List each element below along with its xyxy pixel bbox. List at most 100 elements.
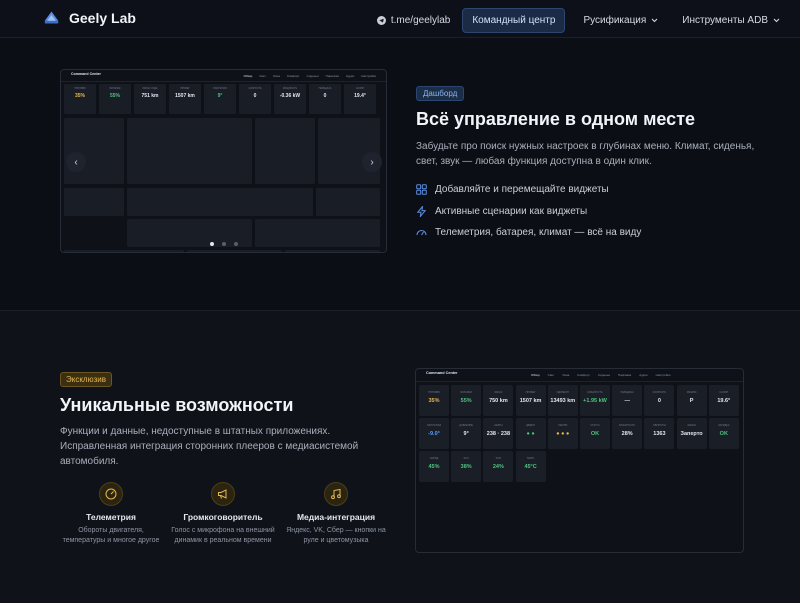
dash-tile[interactable]: НАРУЖНАЯ 9° (204, 84, 236, 114)
preview-tab[interactable]: Парковка (326, 74, 339, 78)
control-block (64, 188, 124, 216)
tile-value: P (689, 398, 694, 404)
telegram-icon (376, 16, 386, 25)
tile-value: 1507 km (519, 398, 542, 404)
telemetry-tile[interactable]: РЕМНИ ● ● ● (547, 418, 578, 450)
carousel-prev-button[interactable]: ‹ (66, 152, 86, 172)
command-center-button[interactable]: Командный центр (462, 8, 566, 33)
telemetry-tile[interactable]: ПРОБЕГ 1507 km (515, 385, 546, 416)
telemetry-tile[interactable]: SOC 38% (451, 451, 482, 483)
telemetry-tile[interactable]: ПЕРЕДАЧА — (612, 385, 643, 416)
preview-tab[interactable]: Парковка (618, 373, 631, 377)
megaphone-icon (211, 482, 235, 506)
adb-tools-dropdown[interactable]: Инструменты ADB (676, 15, 786, 26)
telemetry-tile[interactable]: НАРУЖНАЯ -9.0° (419, 418, 449, 450)
tile-label: СКОРОСТЬ (652, 391, 667, 394)
card-telemetry: Телеметрия Обороты двигателя, температур… (59, 482, 163, 546)
tile-label: ЗАМОК (687, 424, 696, 428)
tile-value: — (624, 398, 630, 404)
tile-label: РЕЖИМ (686, 391, 697, 394)
exclusive-description: Функции и данные, недоступные в штатных … (60, 426, 359, 467)
preview-tab[interactable]: Аудио (639, 373, 647, 377)
dash-tile[interactable]: ПЕРЕДАЧА 0 (309, 84, 341, 114)
preview-tabs: Обзор Свет Окна Комфорт Сиденья Парковка Аудио… (531, 373, 670, 377)
preview-tab[interactable]: Окна (562, 373, 569, 377)
telegram-link[interactable]: t.me/geelylab (376, 15, 450, 26)
telemetry-tile[interactable]: ДАВЛЕНИЕ 9° (451, 418, 482, 450)
telemetry-tile[interactable]: ТОПЛИВО 35% (419, 385, 449, 416)
localization-dropdown[interactable]: Русификация (577, 15, 664, 26)
tile-label: ОБОРОТЫ (652, 424, 666, 428)
carousel-dot[interactable] (210, 242, 214, 246)
telemetry-tile[interactable]: ШИНЫ 238 · 238 (483, 418, 514, 450)
telemetry-tile[interactable]: БАТАРЕЯ 55% (451, 385, 482, 416)
preview-tab[interactable]: Сиденья (598, 373, 610, 377)
telemetry-tile[interactable]: ДВЕРИ ● ● (515, 418, 546, 450)
tile-label: ТЕМП. (526, 457, 535, 461)
logo-icon (44, 11, 59, 24)
preview-tab[interactable]: Обзор (531, 373, 540, 377)
telemetry-tile[interactable]: САЛОН 19.6° (708, 385, 739, 416)
tile-label: ПРОБЕГ (525, 391, 536, 394)
brand[interactable]: Geely Lab (43, 9, 136, 26)
dashboard-description: Забудьте про поиск нужных настроек в глу… (416, 141, 755, 167)
carousel-next-button[interactable]: › (362, 152, 382, 172)
tile-label: ПЕРЕДАЧА (620, 391, 634, 394)
dash-tile[interactable]: ТОПЛИВО 35% (64, 84, 96, 114)
tile-label: ДВЕРИ (526, 424, 535, 428)
telemetry-tile[interactable]: SOH 24% (483, 451, 514, 483)
dash-tile[interactable]: ЗАПАС ХОДА 751 km (134, 84, 166, 114)
telemetry-tile[interactable]: ЗАРЯДКА OK (708, 418, 739, 450)
tile-value: 238 · 238 (486, 431, 511, 438)
gauge-icon (416, 227, 427, 238)
tile-value: 19.6° (717, 398, 731, 404)
tile-value: 45% (428, 464, 440, 471)
telemetry-tile[interactable]: ЗАРЯД 45% (419, 451, 449, 483)
control-block (127, 188, 313, 216)
preview-tab[interactable]: Комфорт (287, 74, 300, 78)
telemetry-tile[interactable]: ВЛАЖНОСТЬ 28% (612, 418, 643, 450)
dash-tile[interactable]: СКОРОСТЬ 0 (239, 84, 271, 114)
telemetry-tile[interactable]: ОДОМЕТР 13493 km (547, 385, 578, 416)
tile-value: 55% (460, 398, 472, 404)
tile-value: 750 km (489, 398, 508, 404)
preview-tab[interactable]: Комфорт (577, 373, 590, 377)
control-block (255, 219, 380, 247)
preview-tab[interactable]: Свет (259, 74, 266, 78)
dash-tile[interactable]: МОЩНОСТЬ -0.36 kW (274, 84, 306, 114)
telemetry-tile[interactable]: РЕЖИМ P (676, 385, 707, 416)
preview-title: Command Center (426, 371, 458, 375)
tile-label: СТАТУС (590, 424, 600, 428)
telemetry-tile[interactable]: ОБОРОТЫ 1363 (644, 418, 675, 450)
dash-tile[interactable]: БАТАРЕЯ 55% (99, 84, 131, 114)
carousel-dot[interactable] (222, 242, 226, 246)
dash-tile[interactable]: САЛОН 19.4° (344, 84, 376, 114)
tile-label: НАРУЖНАЯ (426, 424, 442, 428)
tile-value: -0.36 kW (279, 93, 301, 99)
preview-tab[interactable]: Аудио (346, 74, 354, 78)
control-block (187, 250, 282, 252)
preview-tab[interactable]: Настройки (656, 373, 671, 377)
telemetry-tile[interactable]: ЗАМОК Заперто (676, 418, 707, 450)
telemetry-tile[interactable]: СТАТУС OK (580, 418, 610, 450)
tile-label: SOH (495, 457, 502, 461)
preview-tab[interactable]: Свет (548, 373, 555, 377)
carousel-dot[interactable] (234, 242, 238, 246)
tile-label: ШИНЫ (494, 424, 503, 428)
preview-tab[interactable]: Настройки (361, 74, 376, 78)
tile-value: 35% (74, 93, 85, 99)
telemetry-tile[interactable]: СКОРОСТЬ 0 (644, 385, 675, 416)
control-block (64, 250, 184, 252)
feature-widgets: Добавляйте и перемещайте виджеты (416, 184, 609, 195)
preview-tab[interactable]: Сиденья (307, 74, 319, 78)
dashboard-badge: Дашборд (416, 86, 465, 101)
brand-name: Geely Lab (69, 9, 136, 26)
telemetry-tile[interactable]: МОЩНОСТЬ +1.95 kW (580, 385, 610, 416)
telemetry-tile[interactable]: ТЕМП. 45°C (515, 451, 546, 483)
telemetry-tile[interactable]: ЗАПАС 750 km (483, 385, 514, 416)
telemetry-preview: Command Center Обзор Свет Окна Комфорт Сиден… (415, 368, 744, 553)
dash-tile[interactable]: ПРОБЕГ 1507 km (169, 84, 201, 114)
preview-tab[interactable]: Обзор (244, 74, 253, 78)
tile-label: ТОПЛИВО (427, 391, 441, 394)
preview-tab[interactable]: Окна (273, 74, 280, 78)
